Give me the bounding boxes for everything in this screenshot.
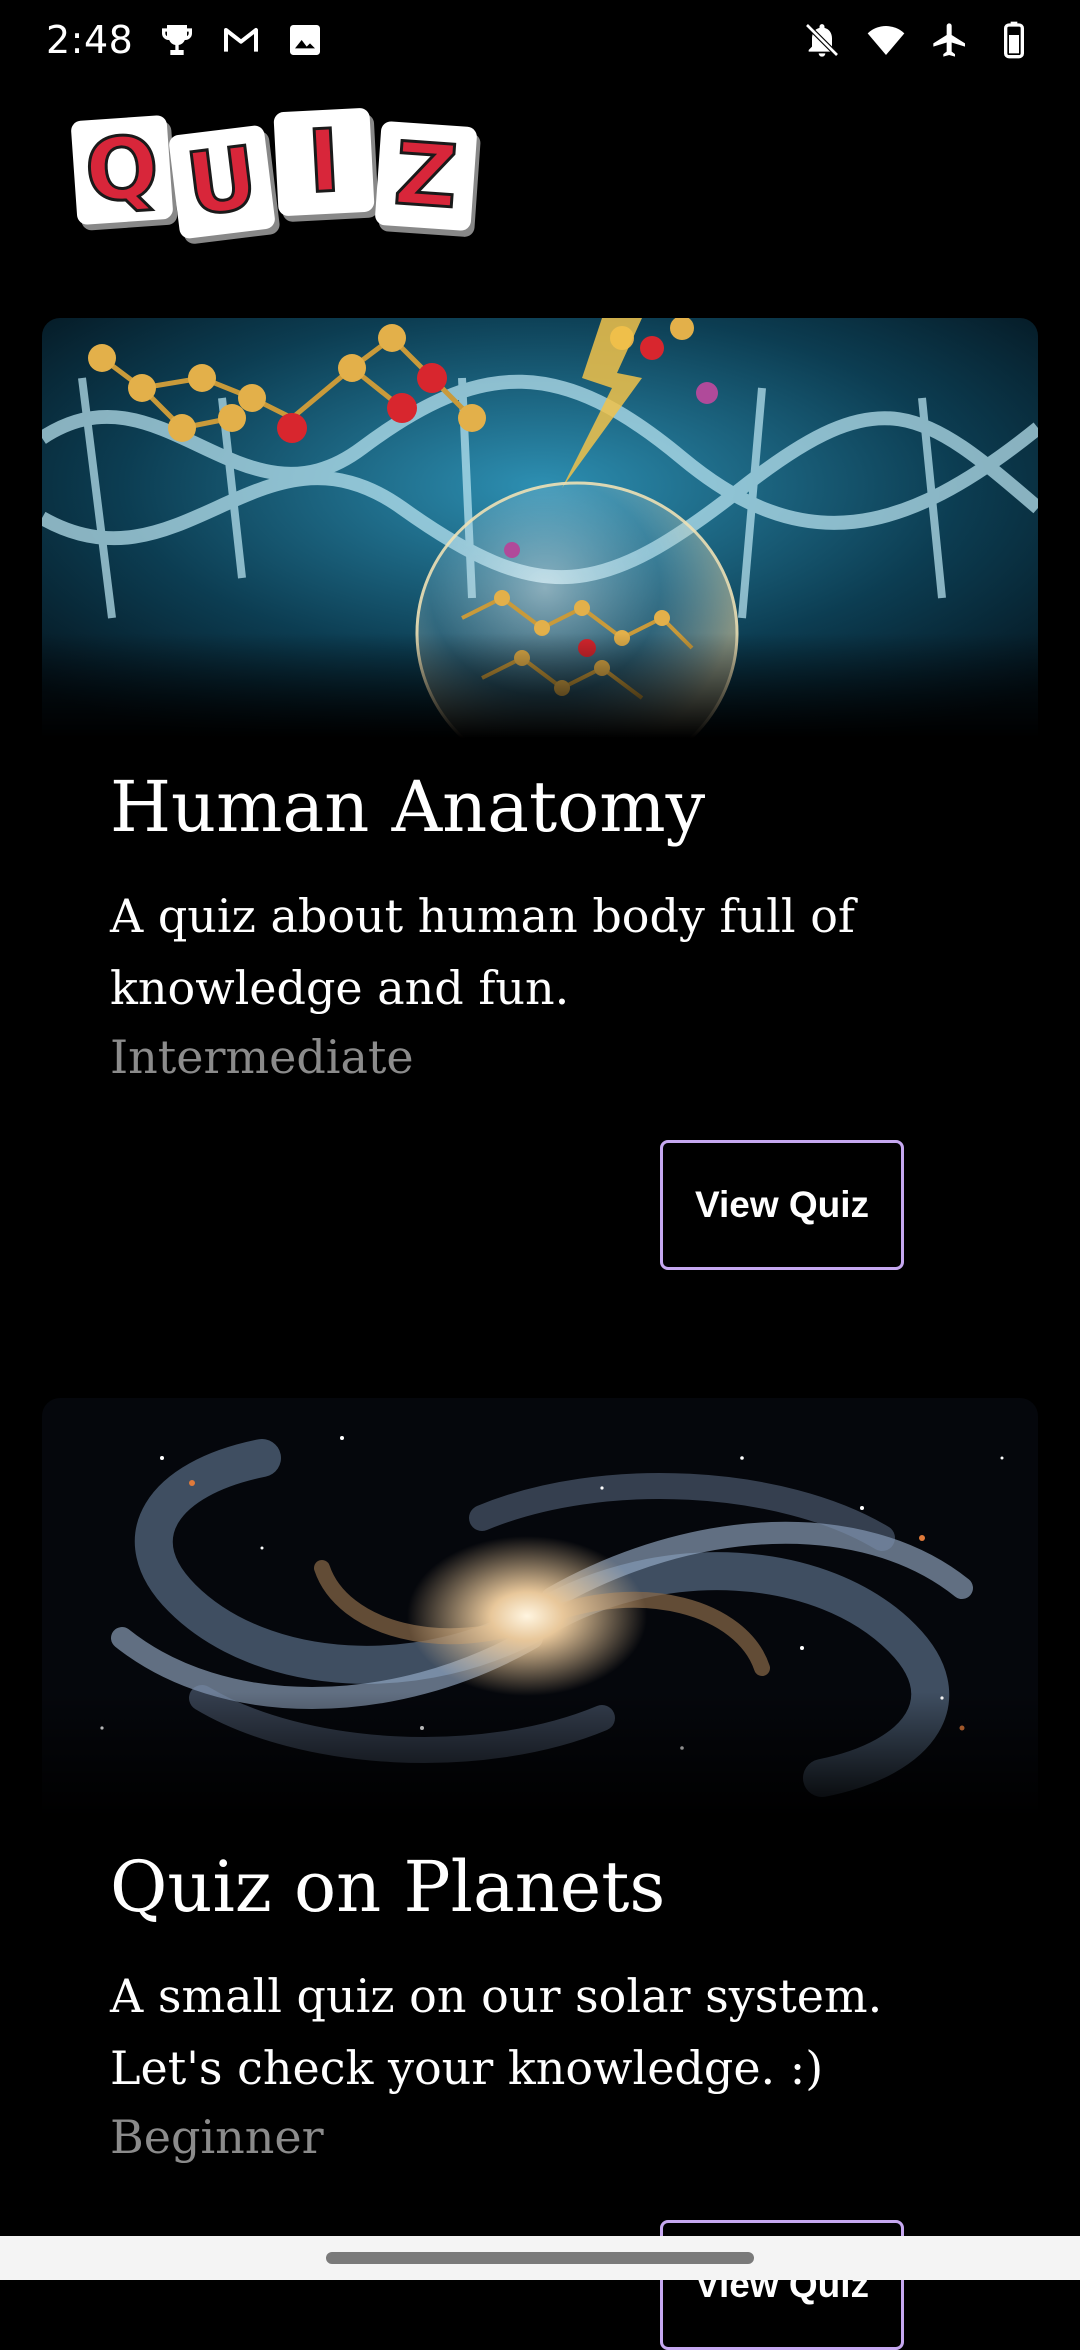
logo-letter: U xyxy=(168,124,276,240)
airplane-icon xyxy=(930,20,970,60)
quiz-level: Beginner xyxy=(110,2110,324,2164)
view-quiz-button[interactable]: View Quiz xyxy=(660,1140,904,1270)
molecules-dna-image xyxy=(42,318,1038,738)
quiz-card: Quiz on Planets A small quiz on our sola… xyxy=(42,1398,1038,2350)
logo-letter: I xyxy=(273,107,375,217)
logo-letter: Z xyxy=(374,120,478,232)
logo-letter: Q xyxy=(70,114,174,226)
home-gesture-handle[interactable] xyxy=(326,2252,754,2264)
image-icon xyxy=(285,20,325,60)
navigation-bar xyxy=(0,2236,1080,2280)
quiz-logo: Q U I Z xyxy=(70,100,490,240)
quiz-title: Human Anatomy xyxy=(110,766,706,848)
status-time: 2:48 xyxy=(46,18,134,62)
bell-off-icon xyxy=(802,20,842,60)
quiz-description: A quiz about human body full of knowledg… xyxy=(110,889,855,1015)
gmail-icon xyxy=(221,20,261,60)
status-right xyxy=(802,20,1034,60)
status-left: 2:48 xyxy=(46,18,325,62)
trophy-icon xyxy=(157,20,197,60)
battery-icon xyxy=(994,20,1034,60)
wifi-icon xyxy=(866,20,906,60)
quiz-description: A small quiz on our solar system. Let's … xyxy=(110,1969,883,2095)
quiz-title: Quiz on Planets xyxy=(110,1846,666,1928)
spiral-galaxy-image xyxy=(42,1398,1038,1818)
quiz-level: Intermediate xyxy=(110,1030,414,1084)
status-bar: 2:48 xyxy=(0,0,1080,80)
quiz-card: Human Anatomy A quiz about human body fu… xyxy=(42,318,1038,1318)
